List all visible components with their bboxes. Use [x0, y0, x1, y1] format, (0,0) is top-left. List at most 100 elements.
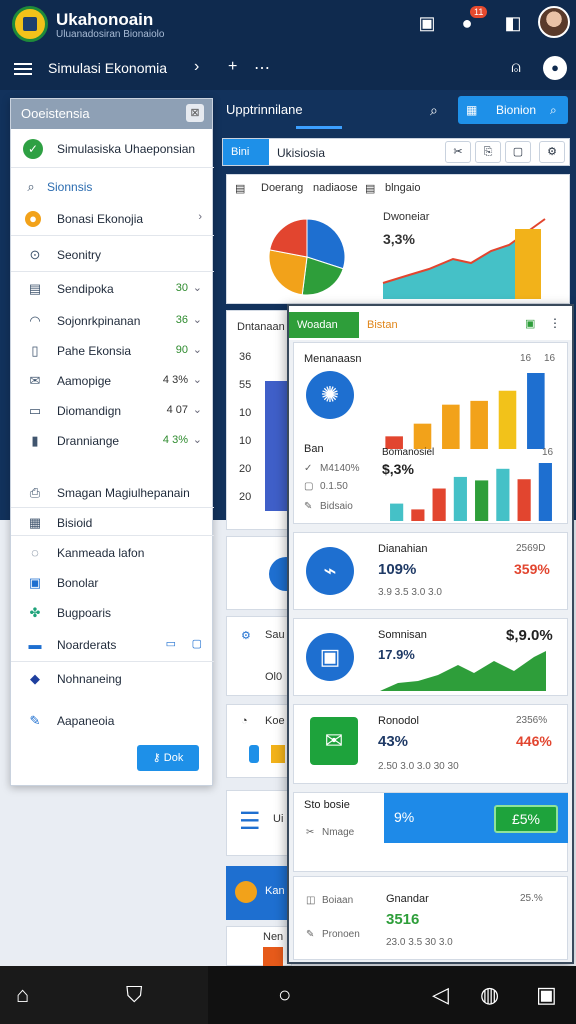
bar: [496, 468, 510, 521]
stat-title: Dianahian: [378, 543, 428, 555]
profile-icon[interactable]: ●: [543, 56, 567, 80]
app-title: Ukahonoain: [56, 10, 154, 29]
drawer-item-10[interactable]: ▮ Dranniange 4 3% ⌄: [11, 425, 214, 457]
edit-icon: ✎: [306, 929, 315, 940]
overlay-chart-card: Menanaasn ✺ Ban ✓ M4140% ▢ 0.1.50 ✎ Bids…: [293, 342, 568, 524]
stat-right-value: $,9.0%: [506, 627, 553, 644]
copy-icon[interactable]: ⎘: [475, 141, 501, 163]
compass-icon[interactable]: ◍: [480, 983, 499, 1007]
bar: [527, 373, 545, 449]
axis-tick: 16: [542, 447, 554, 458]
expand-icon[interactable]: ▣: [525, 317, 535, 330]
drawer-item-label: Aamopige: [57, 374, 112, 388]
diamond-icon: ◆: [30, 671, 40, 686]
back-icon[interactable]: ◁: [432, 983, 449, 1007]
drawer-search[interactable]: ⌕ Sionnsis: [11, 171, 214, 203]
key-icon: ⚷: [152, 752, 161, 764]
drawer-item-3[interactable]: ● Bonasi Ekonojia ›: [11, 203, 214, 235]
stat-right-value: 446%: [516, 733, 552, 749]
chevron-down-icon: ⌄: [192, 374, 202, 386]
overlay-tab[interactable]: Bistan: [367, 319, 398, 331]
clipboard-icon[interactable]: ▢: [505, 141, 531, 163]
drawer-item-8[interactable]: ✉ Aamopige 4 3% ⌄: [11, 365, 214, 397]
bar: [538, 463, 552, 521]
stat-value: 43%: [378, 733, 409, 750]
drawer-item-4[interactable]: ⊙ Seonitry: [11, 239, 214, 271]
divider: [11, 271, 214, 272]
axis-tick: 55: [239, 379, 252, 391]
recents-icon[interactable]: ▣: [536, 983, 557, 1007]
axis-tick: 10: [239, 407, 252, 419]
tab-label[interactable]: Ukisiosia: [277, 146, 325, 160]
overlay-tab-active[interactable]: Woadan: [289, 312, 359, 338]
info-card-label: Sau: [265, 629, 285, 641]
axis-tick: 16: [520, 353, 532, 364]
divider: [11, 235, 214, 236]
card-header-left: Doerang: [261, 182, 304, 194]
stat-title: Gnandar: [386, 893, 429, 905]
drawer-item-11[interactable]: ⎙ Smagan Magiulhepanain: [11, 477, 214, 509]
drawer-item-14[interactable]: ▣ Bonolar: [11, 567, 214, 599]
drawer-item-label: Noarderats: [57, 638, 117, 652]
drawer-item-7[interactable]: ▯ Pahe Ekonsia 90 ⌄: [11, 335, 214, 367]
bar-chart-top: [385, 373, 545, 449]
shield-icon[interactable]: ⛉: [126, 983, 143, 1007]
add-icon[interactable]: +: [228, 58, 237, 76]
area-chart: [382, 218, 546, 299]
drawer-item-1[interactable]: ✓ Simulasiska Uhaeponsian: [11, 133, 214, 165]
tab-active[interactable]: Bini: [223, 139, 269, 165]
tool-icon[interactable]: ✂: [445, 141, 471, 163]
bar: [432, 488, 446, 521]
chart-card-title: Menanaasn: [304, 353, 362, 365]
drawer-item-6[interactable]: ◠ Sojonrkpinanan 36 ⌄: [11, 305, 214, 337]
stat-value: 109%: [378, 561, 417, 578]
menu-icon[interactable]: [14, 60, 32, 76]
globe-icon: ✺: [306, 371, 354, 419]
home-icon[interactable]: ⌂: [16, 983, 29, 1007]
close-icon[interactable]: ⊠: [186, 104, 204, 122]
photo-icon[interactable]: ▣: [416, 12, 438, 34]
axis-tick: 20: [239, 463, 252, 475]
drawer-item-5[interactable]: ▤ Sendipoka 30 ⌄: [11, 273, 214, 305]
app-logo: [12, 6, 48, 42]
info-card-1: [226, 536, 303, 610]
overlay-panel: Woadan Bistan ▣ ⋮ Menanaasn ✺ Ban ✓ M414…: [287, 304, 574, 964]
bar-chart-bottom: [390, 463, 552, 521]
chevron-right-icon[interactable]: ›: [194, 58, 199, 76]
clock-icon: ◔: [241, 715, 248, 727]
pen-icon: ✎: [29, 713, 41, 728]
chevron-right-icon: ›: [198, 211, 202, 223]
stat-title: Somnisan: [378, 629, 427, 641]
avatar[interactable]: [538, 6, 570, 38]
circle-home-icon[interactable]: ○: [278, 983, 291, 1007]
drawer-item-15[interactable]: ✤ Bugpoaris: [11, 597, 214, 629]
edit-icon: ✎: [304, 501, 313, 512]
more-vertical-icon[interactable]: ⋮: [549, 316, 561, 330]
ok-button[interactable]: ⚷ Dok: [137, 745, 199, 771]
info-card-5[interactable]: Kan: [226, 866, 292, 920]
card-tag-icon-2: ▤: [365, 183, 376, 195]
drawer-header: Ooeistensia ⊠: [11, 99, 212, 129]
user-icon[interactable]: ⍝: [504, 56, 528, 80]
drawer-item-label: Pahe Ekonsia: [57, 344, 132, 358]
mini-bar: [249, 745, 259, 763]
sparkline-fill: [380, 651, 546, 691]
settings-icon[interactable]: ⚙: [539, 141, 565, 163]
search-icon[interactable]: ⌕: [430, 102, 438, 119]
chat-icon[interactable]: ◧: [502, 12, 524, 34]
drawer-item-9[interactable]: ▭ Diomandign 4 07 ⌄: [11, 395, 214, 427]
stat-sub: 2.50 3.0 3.0 30 30: [378, 761, 459, 772]
area-highlight-bar: [515, 229, 541, 299]
drawer-item-17[interactable]: ◆ Nohnaneing: [11, 663, 214, 695]
drawer-item-13[interactable]: ◌ Kanmeada lafon: [11, 537, 214, 569]
stat-right-label: 2356%: [516, 715, 548, 726]
more-icon[interactable]: ⋯: [254, 58, 270, 78]
drawer-item-18[interactable]: ✎ Aapaneoia: [11, 705, 214, 737]
drawer-item-16[interactable]: ▬ Noarderats ▭ ▢: [11, 629, 214, 661]
drawer-item-label: Simulasiska Uhaeponsian: [57, 142, 196, 156]
mini-bar: [271, 745, 285, 763]
drawer-item-value: 90: [175, 344, 188, 356]
top-action-button[interactable]: ▦ Bionion ⌕: [458, 96, 568, 124]
main-title[interactable]: Upptrinnilane: [226, 102, 303, 117]
appbar-title: Simulasi Ekonomia: [48, 60, 168, 76]
